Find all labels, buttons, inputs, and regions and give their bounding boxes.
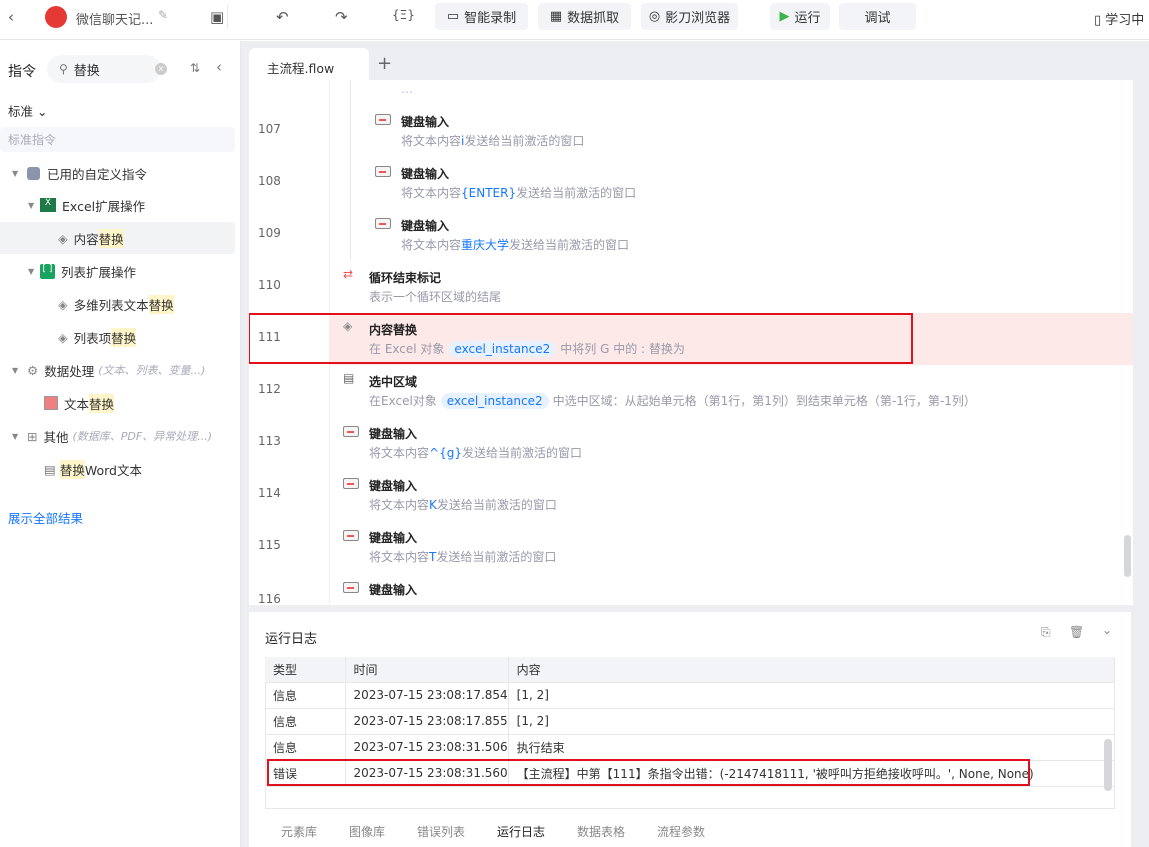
flow-editor: … 107 键盘输入 将文本内容i发送给当前激活的窗口 108 键盘输入 将文本内容{E… [249, 80, 1133, 605]
redo-icon[interactable]: ↷ [335, 8, 348, 26]
learn-button[interactable]: ▯ 学习中 [1094, 9, 1144, 28]
tab-main-flow[interactable]: 主流程.flow [249, 48, 369, 81]
log-row[interactable]: 信息 2023-07-15 23:08:31.506 执行结束 [265, 734, 1116, 761]
tab-data-table[interactable]: 数据表格 [577, 823, 625, 840]
trash-icon[interactable]: 🗑 [1069, 625, 1084, 639]
search-icon: ⚲ [59, 62, 68, 76]
tab-flow-params[interactable]: 流程参数 [657, 823, 705, 840]
browser-icon: ◎ [648, 9, 661, 24]
flow-row[interactable]: 116 键盘输入 [249, 573, 1133, 605]
word-file-icon: ▤ [44, 461, 56, 477]
log-scrollbar[interactable] [1104, 739, 1112, 791]
log-row[interactable]: 信息 2023-07-15 23:08:17.854 [1, 2] [265, 682, 1116, 709]
variables-icon[interactable]: {Ξ} [392, 8, 415, 22]
tab-images[interactable]: 图像库 [349, 823, 385, 840]
grid-icon: ⊞ [27, 428, 38, 444]
collapse-icon[interactable]: ‹ [216, 58, 222, 76]
table-icon: ▦ [549, 9, 563, 24]
tree-multi-list-replace[interactable]: ◈ 多维列表文本 替换 [0, 288, 235, 320]
flow-row[interactable]: 110 ⇄ 循环结束标记 表示一个循环区域的结尾 [249, 261, 1133, 313]
keyboard-icon [375, 218, 391, 229]
keyboard-icon [343, 582, 359, 593]
app-logo [45, 6, 67, 28]
back-icon[interactable]: ‹ [8, 8, 14, 26]
layers-icon: ◈ [58, 296, 68, 312]
error-highlight-box [249, 313, 913, 364]
flow-row[interactable]: 109 键盘输入 将文本内容重庆大学发送给当前激活的窗口 [249, 209, 1133, 261]
search-input[interactable]: ⚲ 替换 × [47, 55, 167, 83]
flow-row[interactable]: 108 键盘输入 将文本内容{ENTER}发送给当前激活的窗口 [249, 157, 1133, 209]
show-all-link[interactable]: 展示全部结果 [8, 508, 83, 527]
flow-row[interactable]: 112 ▤ 选中区域 在Excel对象 excel_instance2 中选中区域：从起始… [249, 365, 1133, 417]
select-range-icon: ▤ [343, 371, 355, 385]
flow-row[interactable]: 114 键盘输入 将文本内容K发送给当前激活的窗口 [249, 469, 1133, 521]
undo-icon[interactable]: ↶ [276, 8, 289, 26]
export-icon[interactable]: ⎘ [1041, 625, 1051, 640]
flow-row-error[interactable]: 111 ◈ 内容替换在 Excel 对象 excel_instance2 中将列 G 中… [249, 313, 1133, 365]
sidebar-title: 指令 [8, 64, 36, 80]
keyboard-icon [343, 530, 359, 541]
tree-excel-ext[interactable]: ▼ X Excel扩展操作 [0, 189, 235, 221]
chevron-down-icon: ⌄ [37, 104, 48, 119]
flow-scrollbar[interactable] [1124, 535, 1131, 577]
flow-row[interactable]: 113 键盘输入 将文本内容^{g}发送给当前激活的窗口 [249, 417, 1133, 469]
run-log-panel: 运行日志 ⎘ 🗑 ⌄ 类型 时间 内容 信息 2023-07-15 23:08:17.… [249, 612, 1131, 847]
list-icon: [ ] [40, 263, 55, 279]
partial-desc: … [401, 82, 413, 96]
log-row[interactable]: 信息 2023-07-15 23:08:17.855 [1, 2] [265, 708, 1116, 735]
tree-custom[interactable]: ▼ 已用的自定义指令 [0, 157, 235, 189]
flow-title[interactable]: 微信聊天记... [76, 9, 153, 28]
add-tab-icon[interactable]: + [377, 53, 392, 74]
data-process-icon: ⚙ [27, 362, 39, 378]
book-icon: ▯ [1094, 13, 1102, 28]
text-replace-icon [44, 396, 58, 410]
tree-content-replace[interactable]: ◈ 内容 替换 [0, 222, 235, 254]
excel-icon: X [40, 198, 56, 212]
tab-elements[interactable]: 元素库 [281, 823, 317, 840]
section-header: 标准指令 [0, 127, 235, 152]
log-title: 运行日志 [265, 632, 318, 647]
sort-icon[interactable]: ⇅ [190, 61, 200, 75]
tree-text-replace[interactable]: 文本 替换 [0, 387, 235, 419]
run-button[interactable]: ▶ 运行 [770, 3, 830, 30]
tab-errors[interactable]: 错误列表 [417, 823, 465, 840]
play-icon: ▶ [779, 9, 790, 24]
layers-icon: ◈ [58, 329, 68, 345]
command-sidebar: 指令 ⚲ 替换 × ⇅ ‹ 标准 ⌄ 标准指令 ▼ 已用的自定义指令 ▼ X Excel… [0, 41, 241, 847]
category-dropdown[interactable]: 标准 ⌄ [8, 101, 47, 120]
flow-row[interactable]: 107 键盘输入 将文本内容i发送给当前激活的窗口 [249, 105, 1133, 157]
flow-row[interactable]: 115 键盘输入 将文本内容T发送给当前激活的窗口 [249, 521, 1133, 573]
smart-record-button[interactable]: ▭ 智能录制 [435, 3, 528, 30]
tree-data-processing[interactable]: ▼ ⚙ 数据处理 (文本、列表、变量...) [0, 354, 235, 386]
clear-icon[interactable]: × [155, 63, 167, 75]
tab-run-log[interactable]: 运行日志 [497, 823, 545, 840]
chevron-down-icon[interactable]: ⌄ [1102, 623, 1112, 637]
loop-end-icon: ⇄ [343, 267, 354, 281]
edit-icon[interactable]: ✎ [158, 8, 168, 22]
browser-button[interactable]: ◎ 影刀浏览器 [641, 3, 738, 30]
layers-icon: ◈ [58, 230, 68, 246]
top-toolbar: ‹ 微信聊天记... ✎ ▣ ↶ ↷ {Ξ} ▭ 智能录制 ▦ 数据抓取 ◎ 影刀浏览… [0, 0, 1149, 40]
keyboard-icon [343, 478, 359, 489]
keyboard-icon [343, 426, 359, 437]
debug-button[interactable]: 调试 [839, 3, 916, 30]
video-icon: ▭ [446, 9, 460, 24]
tree-other[interactable]: ▼ ⊞ 其他 (数据库、PDF、异常处理...) [0, 420, 235, 452]
custom-icon [27, 166, 40, 180]
tree-word-replace[interactable]: ▤ 替换 Word文本 [0, 453, 235, 485]
keyboard-icon [375, 166, 391, 177]
tree-list-ext[interactable]: ▼[ ] 列表扩展操作 [0, 255, 235, 287]
error-highlight-box [267, 759, 1030, 786]
tree-list-item-replace[interactable]: ◈ 列表项 替换 [0, 321, 235, 353]
save-icon[interactable]: ▣ [210, 8, 224, 26]
data-scrape-button[interactable]: ▦ 数据抓取 [538, 3, 631, 30]
keyboard-icon [375, 114, 391, 125]
